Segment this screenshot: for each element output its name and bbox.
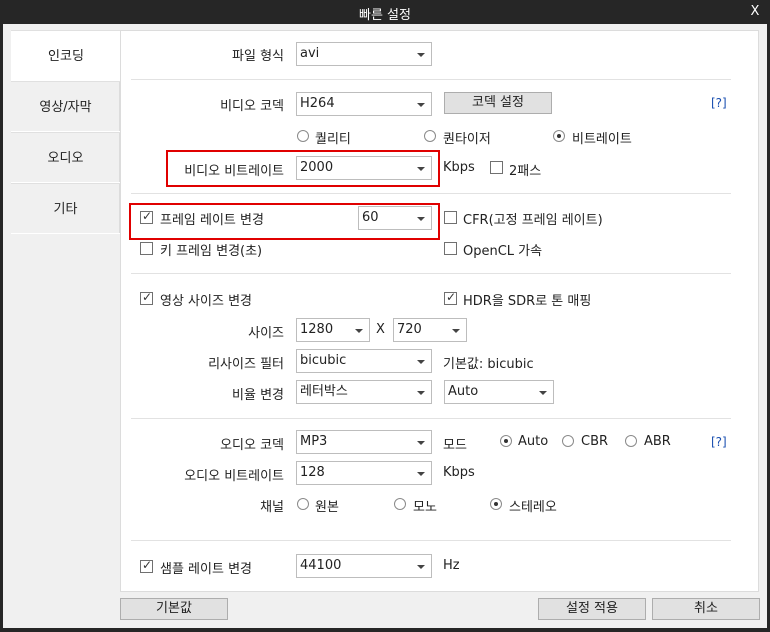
- audio-codec-help-link[interactable]: [?]: [711, 435, 727, 449]
- sample-rate-unit: Hz: [443, 558, 460, 573]
- apply-button[interactable]: 설정 적용: [538, 598, 646, 620]
- sidebar-item-audio[interactable]: 오디오: [11, 132, 120, 183]
- radio-quality[interactable]: [297, 130, 309, 142]
- chevron-down-icon: [417, 565, 425, 569]
- radio-channel-original-label: 원본: [315, 500, 339, 515]
- keyframe-label: 키 프레임 변경(초): [160, 244, 263, 259]
- sample-rate-checkbox[interactable]: [140, 558, 153, 573]
- resize-filter-value: bicubic: [300, 353, 347, 368]
- highlight-box: [129, 203, 440, 240]
- default-button[interactable]: 기본값: [120, 598, 228, 620]
- radio-channel-stereo-label: 스테레오: [509, 500, 557, 515]
- resize-filter-select[interactable]: bicubic: [296, 349, 432, 373]
- video-codec-help-link[interactable]: [?]: [711, 96, 727, 110]
- radio-quantizer[interactable]: [424, 130, 436, 142]
- file-format-value: avi: [300, 46, 320, 61]
- audio-bitrate-unit: Kbps: [443, 465, 475, 480]
- chevron-down-icon: [417, 472, 425, 476]
- width-select[interactable]: 1280: [296, 318, 370, 342]
- radio-audio-abr-label: ABR: [644, 434, 671, 449]
- two-pass-label: 2패스: [509, 164, 542, 179]
- two-pass-checkbox[interactable]: [490, 161, 503, 174]
- radio-audio-cbr[interactable]: [562, 435, 574, 447]
- highlight-box: [166, 150, 440, 187]
- cfr-label: CFR(고정 프레임 레이트): [463, 213, 603, 228]
- chevron-down-icon: [417, 441, 425, 445]
- divider: [131, 540, 731, 541]
- audio-bitrate-select[interactable]: 128: [296, 461, 432, 485]
- opencl-label: OpenCL 가속: [463, 244, 543, 259]
- radio-audio-auto[interactable]: [500, 435, 512, 447]
- audio-codec-select[interactable]: MP3: [296, 430, 432, 454]
- title-bar: 빠른 설정 X: [0, 0, 770, 24]
- sample-rate-label: 샘플 레이트 변경: [160, 562, 252, 577]
- sidebar: 인코딩 영상/자막 오디오 기타: [11, 30, 121, 234]
- video-bitrate-unit: Kbps: [443, 160, 475, 175]
- aspect-value: 레터박스: [300, 384, 348, 399]
- aspect-select[interactable]: 레터박스: [296, 380, 432, 404]
- chevron-down-icon: [355, 329, 363, 333]
- cfr-checkbox[interactable]: [444, 211, 457, 224]
- chevron-down-icon: [539, 391, 547, 395]
- height-select[interactable]: 720: [393, 318, 467, 342]
- radio-quantizer-label: 퀀타이저: [443, 132, 491, 147]
- keyframe-checkbox[interactable]: [140, 242, 153, 255]
- sample-rate-select[interactable]: 44100: [296, 554, 432, 578]
- radio-audio-cbr-label: CBR: [581, 434, 609, 449]
- radio-audio-auto-label: Auto: [518, 434, 549, 449]
- radio-channel-original[interactable]: [297, 498, 309, 510]
- radio-bitrate-label: 비트레이트: [572, 132, 632, 147]
- file-format-label: 파일 형식: [232, 49, 284, 64]
- chevron-down-icon: [417, 360, 425, 364]
- size-label: 사이즈: [248, 326, 284, 341]
- aspect-ratio-select[interactable]: Auto: [444, 380, 554, 404]
- width-value: 1280: [300, 322, 334, 337]
- divider: [131, 273, 731, 274]
- video-codec-label: 비디오 코덱: [220, 99, 284, 114]
- audio-codec-label: 오디오 코덱: [220, 438, 284, 453]
- resize-filter-label: 리사이즈 필터: [208, 357, 284, 372]
- resize-checkbox[interactable]: [140, 290, 153, 305]
- audio-mode-label: 모드: [443, 438, 467, 453]
- audio-bitrate-label: 오디오 비트레이트: [184, 469, 284, 484]
- resize-filter-default: 기본값: bicubic: [443, 357, 534, 372]
- divider: [131, 193, 731, 194]
- radio-channel-mono-label: 모노: [413, 500, 437, 515]
- chevron-down-icon: [417, 53, 425, 57]
- aspect-ratio-value: Auto: [448, 384, 479, 399]
- close-button[interactable]: X: [748, 2, 762, 22]
- opencl-checkbox[interactable]: [444, 242, 457, 255]
- sidebar-item-encoding[interactable]: 인코딩: [11, 30, 121, 81]
- radio-quality-label: 퀄리티: [315, 132, 351, 147]
- cancel-button[interactable]: 취소: [652, 598, 760, 620]
- sample-rate-value: 44100: [300, 558, 342, 573]
- size-x-label: X: [376, 322, 385, 337]
- codec-settings-button[interactable]: 코덱 설정: [444, 92, 552, 114]
- chevron-down-icon: [417, 391, 425, 395]
- aspect-label: 비율 변경: [232, 388, 284, 403]
- divider: [131, 79, 731, 80]
- radio-bitrate[interactable]: [553, 130, 565, 142]
- radio-channel-stereo[interactable]: [490, 498, 502, 510]
- file-format-select[interactable]: avi: [296, 42, 432, 66]
- audio-codec-value: MP3: [300, 434, 328, 449]
- hdr-sdr-checkbox[interactable]: [444, 290, 457, 305]
- sidebar-item-etc[interactable]: 기타: [11, 183, 120, 234]
- radio-audio-abr[interactable]: [625, 435, 637, 447]
- resize-label: 영상 사이즈 변경: [160, 294, 252, 309]
- divider: [131, 418, 731, 419]
- chevron-down-icon: [417, 103, 425, 107]
- chevron-down-icon: [452, 329, 460, 333]
- video-codec-select[interactable]: H264: [296, 92, 432, 116]
- radio-channel-mono[interactable]: [394, 498, 406, 510]
- video-codec-value: H264: [300, 96, 335, 111]
- window-title: 빠른 설정: [359, 8, 411, 23]
- sidebar-item-video-subtitle[interactable]: 영상/자막: [11, 81, 120, 132]
- height-value: 720: [397, 322, 422, 337]
- hdr-sdr-label: HDR을 SDR로 톤 매핑: [463, 294, 592, 309]
- audio-bitrate-value: 128: [300, 465, 325, 480]
- channel-label: 채널: [260, 500, 284, 515]
